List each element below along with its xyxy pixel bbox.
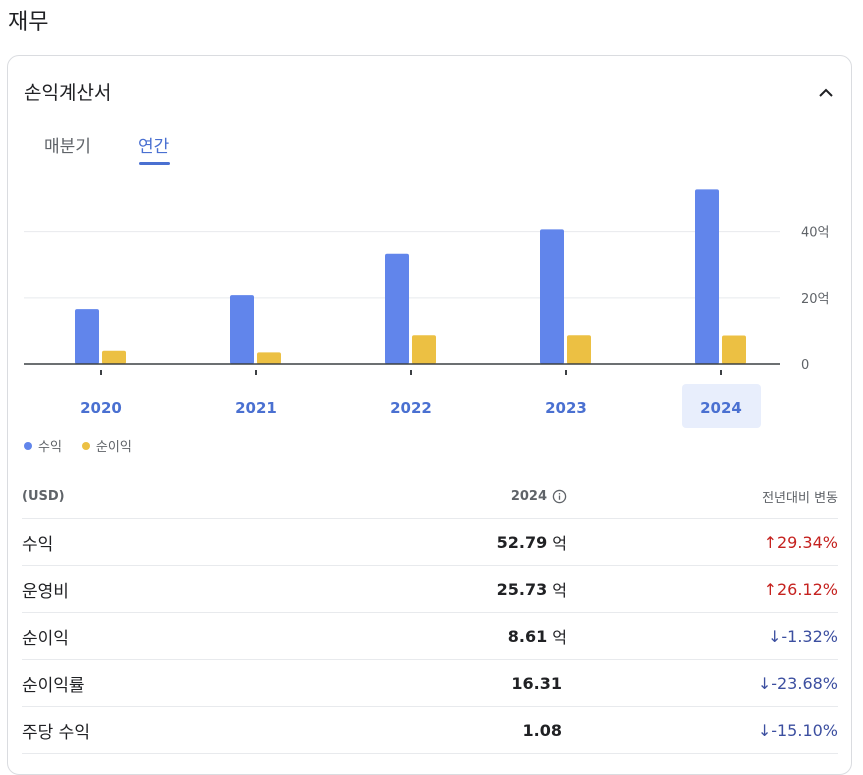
row-value-unit: 억 — [552, 534, 567, 553]
table-row: 운영비 25.73 억 ↑26.12% — [22, 566, 838, 613]
row-value: 52.79 억 — [382, 530, 567, 554]
row-change: ↑26.12% — [567, 580, 838, 599]
legend-dot-revenue — [24, 441, 32, 450]
x-tick-label-2020[interactable]: 2020 — [80, 399, 122, 417]
legend-dot-net-income — [81, 441, 90, 450]
bar-net-income — [412, 335, 436, 364]
legend-label-revenue: 수익 — [38, 440, 62, 455]
arrow-down-icon: ↓ — [757, 673, 772, 693]
row-change-value: -15.10% — [771, 720, 838, 740]
bar-revenue — [75, 309, 99, 364]
x-tick-label-2022[interactable]: 2022 — [390, 399, 432, 417]
arrow-up-icon: ↑ — [763, 532, 777, 552]
x-tick-label-2021[interactable]: 2021 — [235, 399, 277, 417]
arrow-up-icon: ↑ — [763, 579, 777, 599]
arrow-down-icon: ↓ — [757, 720, 772, 740]
header-change: 전년대비 변동 — [762, 490, 838, 506]
row-value-number: 52.79 — [496, 532, 548, 552]
row-value: 16.31 — [382, 674, 567, 693]
row-change-value: 29.34% — [776, 532, 838, 552]
table-row: 수익 52.79 억 ↑29.34% — [22, 519, 838, 566]
row-label: 순이익 — [22, 628, 69, 649]
row-change: ↓-1.32% — [567, 627, 838, 646]
row-value-number: 25.73 — [496, 579, 548, 599]
row-value: 25.73 억 — [382, 577, 567, 601]
x-tick-label-2023[interactable]: 2023 — [545, 399, 587, 417]
row-label: 주당 수익 — [22, 722, 90, 743]
row-value-number: 16.31 — [511, 673, 562, 693]
row-label: 순이익률 — [22, 675, 85, 696]
legend-label-net-income: 순이익 — [95, 440, 132, 455]
row-value-number: 1.08 — [522, 720, 562, 740]
page-title: 재무 — [8, 10, 49, 35]
row-label: 수익 — [22, 534, 54, 555]
legend-item-revenue: 수익 — [24, 436, 62, 455]
row-value: 1.08 — [382, 721, 567, 740]
header-currency: (USD) — [22, 488, 65, 504]
row-change: ↓-15.10% — [567, 721, 838, 740]
row-change-value: -23.68% — [771, 673, 838, 693]
row-label: 운영비 — [22, 581, 69, 602]
table-header: (USD) 2024 전년대비 변동 — [22, 474, 838, 519]
row-change: ↑29.34% — [567, 533, 838, 552]
bar-net-income — [567, 335, 591, 364]
legend-item-net-income: 순이익 — [81, 436, 132, 455]
bar-net-income — [102, 350, 126, 364]
income-statement-card: 손익계산서 매분기 연간 0 20억 40억 2020 2021 2022 2023 2024… — [7, 55, 852, 775]
bar-net-income — [722, 335, 746, 364]
row-value-number: 8.61 — [507, 626, 548, 646]
row-value-unit: 억 — [552, 581, 567, 600]
table-body: 수익 52.79 억 ↑29.34% 운영비 25.73 억 ↑26.12% 순이익 8.61 억 ↓… — [22, 519, 838, 754]
row-value-unit: 억 — [552, 628, 567, 647]
table-row: 주당 수익 1.08 ↓-15.10% — [22, 707, 838, 754]
arrow-down-icon: ↓ — [767, 626, 782, 646]
row-change-value: -1.32% — [781, 626, 838, 646]
info-icon[interactable] — [552, 489, 567, 504]
header-period-label: 2024 — [510, 488, 547, 504]
row-value: 8.61 억 — [382, 624, 567, 648]
bar-revenue — [695, 189, 719, 364]
x-tick-label-2024[interactable]: 2024 — [700, 399, 742, 417]
financial-table: (USD) 2024 전년대비 변동 수익 52.79 억 ↑29.34% 운영비 25.… — [22, 474, 838, 754]
bar-revenue — [385, 253, 409, 364]
bar-revenue — [230, 295, 254, 364]
bar-revenue — [540, 229, 564, 364]
row-change: ↓-23.68% — [567, 674, 838, 693]
row-change-value: 26.12% — [776, 579, 838, 599]
table-row: 순이익 8.61 억 ↓-1.32% — [22, 613, 838, 660]
y-tick-label: 20억 — [801, 292, 830, 307]
header-period: 2024 — [382, 489, 567, 504]
y-tick-label: 40억 — [801, 226, 830, 241]
table-row: 순이익률 16.31 ↓-23.68% — [22, 660, 838, 707]
y-tick-label: 0 — [801, 358, 809, 373]
chart-legend: 수익 순이익 — [24, 436, 132, 455]
bar-net-income — [257, 352, 281, 364]
income-chart: 0 20억 40억 2020 2021 2022 2023 2024 — [24, 189, 830, 428]
